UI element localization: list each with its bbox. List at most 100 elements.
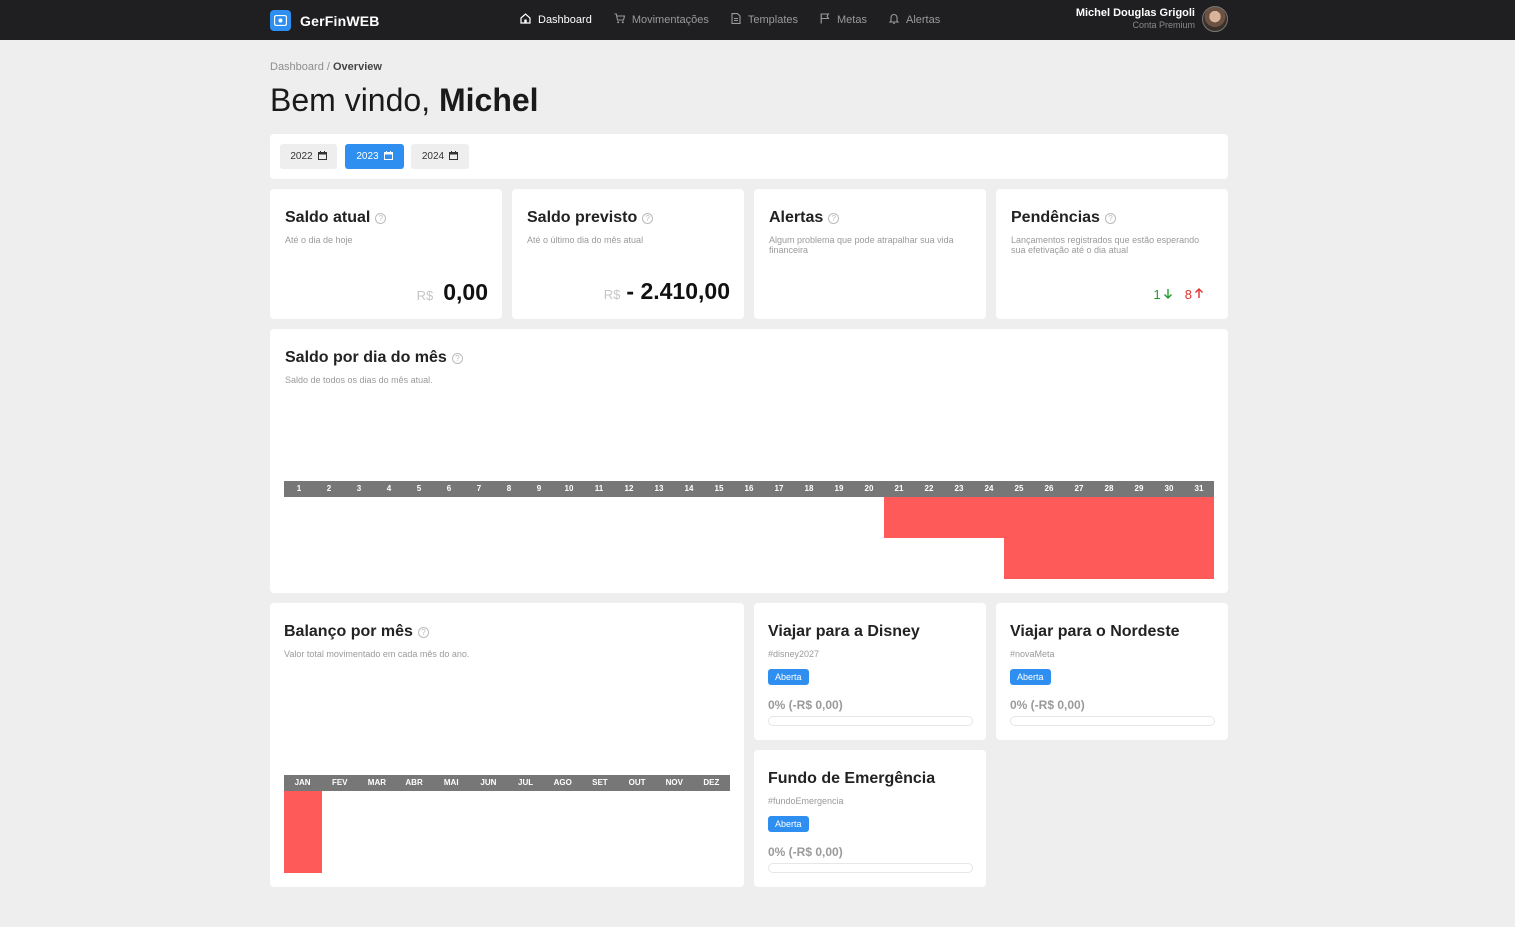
amount: 0,00 (443, 279, 488, 305)
avatar[interactable] (1202, 6, 1228, 32)
daily-bar[interactable] (1184, 497, 1214, 579)
card-subtitle: Algum problema que pode atrapalhar sua v… (769, 235, 954, 255)
cart-icon (614, 13, 632, 27)
daily-tick-label: 20 (864, 484, 874, 493)
top-navbar: GerFinWEB Dashboard Movimentações Templa… (0, 0, 1515, 40)
nav-item-alertas[interactable]: Alertas (888, 13, 941, 27)
daily-bar[interactable] (884, 497, 914, 538)
document-icon (731, 13, 748, 27)
title-prefix: Bem vindo, (270, 82, 439, 118)
card-title: Balanço por mês? (284, 623, 429, 641)
year-button-2023[interactable]: 2023 (345, 144, 404, 169)
pending-incoming[interactable]: 1 (1154, 287, 1173, 302)
saldo-atual-value: R$ 0,00 (417, 279, 488, 306)
daily-tick-label: 30 (1164, 484, 1174, 493)
help-icon[interactable]: ? (642, 212, 654, 224)
daily-tick-label: 5 (416, 484, 422, 493)
pending-incoming-count: 1 (1153, 287, 1161, 302)
amount: - 2.410,00 (626, 278, 730, 304)
daily-tick-label: 21 (894, 484, 904, 493)
nav-item-label: Alertas (905, 14, 941, 26)
daily-bar[interactable] (914, 497, 944, 538)
daily-tick-label: 3 (356, 484, 362, 493)
daily-tick-label: 8 (506, 484, 512, 493)
brand-name: GerFinWEB (300, 12, 380, 29)
help-icon[interactable]: ? (417, 626, 429, 638)
card-alertas: Alertas? Algum problema que pode atrapal… (754, 189, 986, 319)
year-button-2022[interactable]: 2022 (280, 144, 337, 169)
page-title: Bem vindo, Michel (270, 82, 539, 119)
monthly-balance-chart: JAN FEV MAR ABR MAI JUN JUL AGO SET OUT NOV DEZ (284, 775, 730, 873)
status-badge[interactable]: Aberta (768, 669, 809, 685)
daily-tick-label: 22 (924, 484, 934, 493)
daily-tick-label: 17 (774, 484, 784, 493)
help-icon[interactable]: ? (451, 352, 463, 364)
daily-bar[interactable] (1154, 497, 1184, 579)
daily-tick-label: 11 (594, 484, 604, 493)
year-label: 2022 (290, 151, 313, 162)
daily-tick-label: 24 (984, 484, 994, 493)
card-subtitle: Valor total movimentado em cada mês do a… (284, 649, 470, 659)
bell-icon (888, 13, 906, 27)
card-saldo-por-dia: Saldo por dia do mês? Saldo de todos os … (270, 329, 1228, 593)
nav-item-movimentacoes[interactable]: Movimentações (614, 13, 709, 27)
daily-tick-label: 2 (326, 484, 332, 493)
daily-tick-label: 27 (1074, 484, 1084, 493)
calendar-icon (313, 150, 327, 163)
status-badge[interactable]: Aberta (1010, 669, 1051, 685)
daily-bar[interactable] (974, 497, 1004, 538)
monthly-tick-label: ABR (405, 778, 423, 787)
goal-card-nordeste[interactable]: Viajar para o Nordeste #novaMeta Aberta … (996, 603, 1228, 740)
card-title-text: Saldo por dia do mês (285, 349, 447, 366)
card-subtitle: Saldo de todos os dias do mês atual. (285, 375, 433, 385)
daily-balance-chart: 1 2 3 4 5 6 7 8 9 10 11 12 13 14 15 16 17 18 19 20 21 22 23 24 2… (284, 481, 1214, 579)
goal-progress-text: 0% (-R$ 0,00) (768, 698, 843, 712)
breadcrumb-root[interactable]: Dashboard (270, 61, 324, 73)
monthly-bar[interactable] (284, 791, 322, 873)
card-title-text: Balanço por mês (284, 623, 413, 640)
user-plan: Conta Premium (1132, 20, 1195, 30)
pending-outgoing[interactable]: 8 (1185, 287, 1204, 302)
daily-bar[interactable] (1124, 497, 1154, 579)
goal-title: Fundo de Emergência (768, 770, 936, 787)
year-button-2024[interactable]: 2024 (411, 144, 469, 169)
status-badge[interactable]: Aberta (768, 816, 809, 832)
daily-tick-label: 16 (744, 484, 754, 493)
goal-progress-bar (768, 863, 973, 873)
monthly-tick-label: OUT (628, 778, 646, 787)
help-icon[interactable]: ? (375, 212, 387, 224)
currency-symbol: R$ (603, 287, 621, 302)
arrow-up-icon (1192, 287, 1204, 302)
daily-tick-label: 29 (1134, 484, 1144, 493)
daily-tick-label: 14 (684, 484, 694, 493)
nav-item-metas[interactable]: Metas (820, 13, 867, 27)
daily-bar[interactable] (1004, 497, 1034, 579)
goal-progress-text: 0% (-R$ 0,00) (1010, 698, 1085, 712)
brand-logo[interactable]: GerFinWEB (270, 10, 380, 31)
daily-tick-label: 7 (476, 484, 482, 493)
daily-bar[interactable] (1094, 497, 1124, 579)
goal-progress-bar (768, 716, 973, 726)
daily-tick-label: 1 (296, 484, 302, 493)
daily-tick-label: 12 (624, 484, 634, 493)
nav-item-templates[interactable]: Templates (731, 13, 798, 27)
currency-symbol: R$ (416, 288, 434, 303)
daily-bar[interactable] (1064, 497, 1094, 579)
user-menu[interactable]: Michel Douglas Grigoli Conta Premium (1076, 6, 1228, 32)
daily-bar[interactable] (944, 497, 974, 538)
flag-icon (820, 13, 837, 27)
daily-bar[interactable] (1034, 497, 1064, 579)
monthly-x-axis: JAN FEV MAR ABR MAI JUN JUL AGO SET OUT NOV DEZ (284, 775, 730, 791)
daily-tick-label: 31 (1194, 484, 1204, 493)
card-subtitle: Lançamentos registrados que estão espera… (1011, 235, 1200, 255)
saldo-previsto-value: R$ - 2.410,00 (604, 278, 730, 305)
help-icon[interactable]: ? (828, 212, 840, 224)
goal-progress-bar (1010, 716, 1215, 726)
calendar-icon (379, 150, 393, 163)
goal-card-disney[interactable]: Viajar para a Disney #disney2027 Aberta … (754, 603, 986, 740)
help-icon[interactable]: ? (1104, 212, 1116, 224)
goal-tag: #fundoEmergencia (768, 796, 844, 806)
goal-card-emergencia[interactable]: Fundo de Emergência #fundoEmergencia Abe… (754, 750, 986, 887)
user-info: Michel Douglas Grigoli Conta Premium (1076, 7, 1195, 31)
nav-item-dashboard[interactable]: Dashboard (520, 13, 592, 27)
